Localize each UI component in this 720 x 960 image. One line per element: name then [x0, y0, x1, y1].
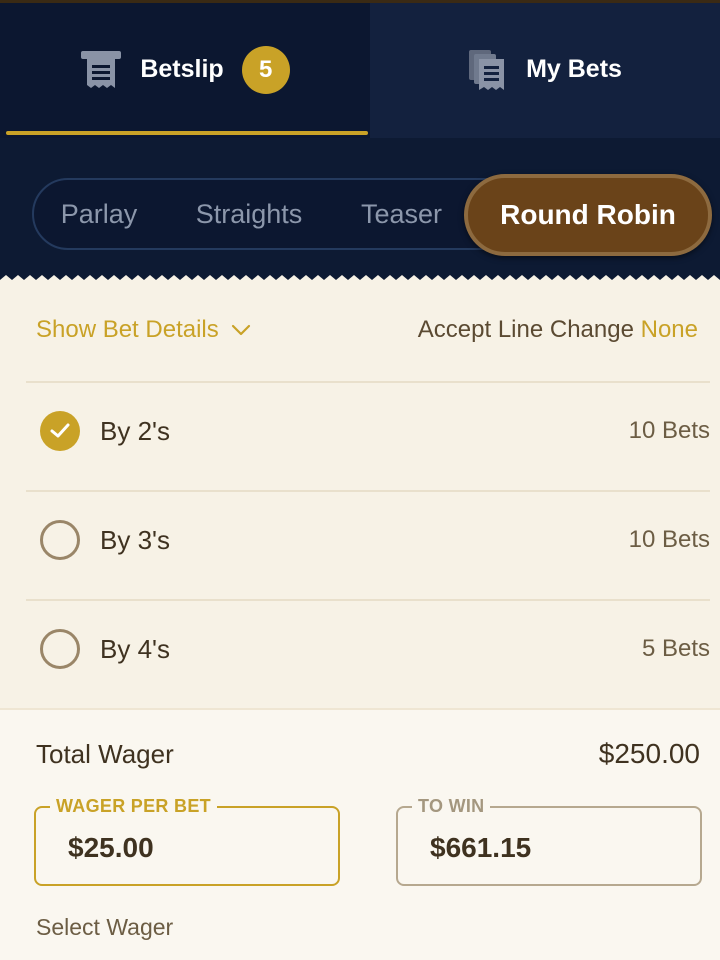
bet-type-parlay[interactable]: Parlay	[34, 180, 164, 248]
divider	[26, 599, 710, 601]
radio-checked[interactable]	[40, 411, 80, 451]
top-tab-bar: Betslip 5 My Bets	[0, 0, 720, 138]
betslip-count-badge: 5	[241, 45, 290, 94]
bet-type-teaser[interactable]: Teaser	[339, 180, 464, 248]
accept-line-change-label: Accept Line Change	[417, 316, 634, 343]
select-wager-label: Select Wager	[36, 914, 174, 940]
active-tab-underline	[6, 131, 368, 135]
tab-betslip-label: Betslip	[140, 55, 224, 83]
chevron-down-icon	[231, 324, 251, 336]
accept-line-change-value: None	[640, 316, 698, 343]
divider	[26, 381, 710, 383]
total-wager-value: $250.00	[598, 738, 700, 769]
round-robin-label: By 2's	[100, 415, 170, 446]
total-wager-row: Total Wager $250.00	[36, 736, 700, 772]
receipt-icon	[80, 50, 122, 90]
radio-unchecked[interactable]	[40, 520, 80, 560]
tab-my-bets[interactable]: My Bets	[370, 3, 720, 138]
bet-type-straights[interactable]: Straights	[174, 180, 324, 248]
to-win-value[interactable]: $661.15	[430, 832, 531, 864]
round-robin-option[interactable]: By 2's 10 Bets	[40, 401, 710, 461]
bet-type-selector: Parlay Straights Teaser Round Robin	[32, 174, 712, 256]
round-robin-label: By 3's	[100, 524, 170, 555]
round-robin-option[interactable]: By 4's 5 Bets	[40, 619, 710, 679]
divider	[26, 490, 710, 492]
checkmark-icon	[50, 423, 70, 438]
bet-type-round-robin[interactable]: Round Robin	[464, 174, 712, 256]
to-win-label: TO WIN	[412, 796, 491, 817]
round-robin-count: 10 Bets	[628, 526, 710, 553]
details-row: Show Bet Details Accept Line Change None	[36, 312, 698, 348]
accept-line-change[interactable]: Accept Line Change None	[418, 316, 698, 344]
wager-per-bet-label: WAGER PER BET	[50, 796, 217, 817]
total-wager-label: Total Wager	[36, 738, 174, 769]
stacked-receipts-icon	[468, 49, 506, 91]
round-robin-count: 5 Bets	[641, 635, 710, 662]
show-bet-details-label: Show Bet Details	[36, 316, 219, 343]
wager-per-bet-field[interactable]: WAGER PER BET $25.00	[34, 796, 340, 886]
wager-per-bet-value[interactable]: $25.00	[68, 832, 154, 864]
round-robin-label: By 4's	[100, 633, 170, 664]
radio-unchecked[interactable]	[40, 629, 80, 669]
tab-my-bets-label: My Bets	[526, 55, 622, 83]
round-robin-option[interactable]: By 3's 10 Bets	[40, 510, 710, 570]
tab-betslip[interactable]: Betslip 5	[0, 3, 370, 138]
show-bet-details-toggle[interactable]: Show Bet Details	[36, 316, 251, 344]
to-win-field[interactable]: TO WIN $661.15	[396, 796, 702, 886]
round-robin-count: 10 Bets	[628, 417, 710, 444]
